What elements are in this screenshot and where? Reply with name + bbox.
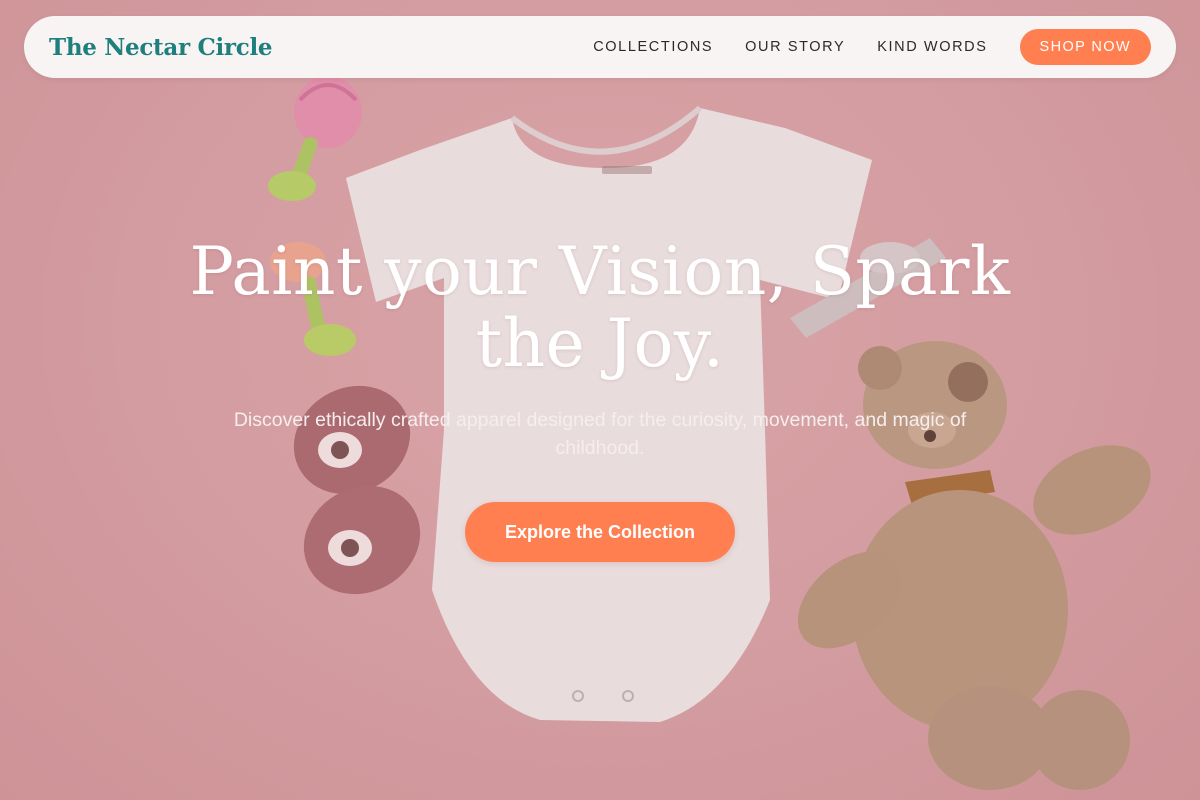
explore-collection-button[interactable]: Explore the Collection xyxy=(465,502,735,562)
hero-overlay xyxy=(0,0,1200,800)
hero-headline: Paint your Vision, Spark the Joy. xyxy=(150,236,1050,380)
nav-link-collections[interactable]: COLLECTIONS xyxy=(593,39,713,55)
nav-link-kind-words[interactable]: KIND WORDS xyxy=(877,39,987,55)
brand-logo[interactable]: The Nectar Circle xyxy=(49,34,273,61)
nav-links: COLLECTIONS OUR STORY KIND WORDS SHOP NO… xyxy=(593,29,1151,65)
hero-headline-line-1: Paint your Vision, Spark xyxy=(189,233,1011,310)
top-navbar: The Nectar Circle COLLECTIONS OUR STORY … xyxy=(24,16,1176,78)
shop-now-button[interactable]: SHOP NOW xyxy=(1019,29,1151,65)
nav-link-our-story[interactable]: OUR STORY xyxy=(745,39,845,55)
hero-section xyxy=(0,0,1200,800)
hero-subtext: Discover ethically crafted apparel desig… xyxy=(233,409,967,459)
hero-headline-line-2: the Joy. xyxy=(475,305,725,382)
